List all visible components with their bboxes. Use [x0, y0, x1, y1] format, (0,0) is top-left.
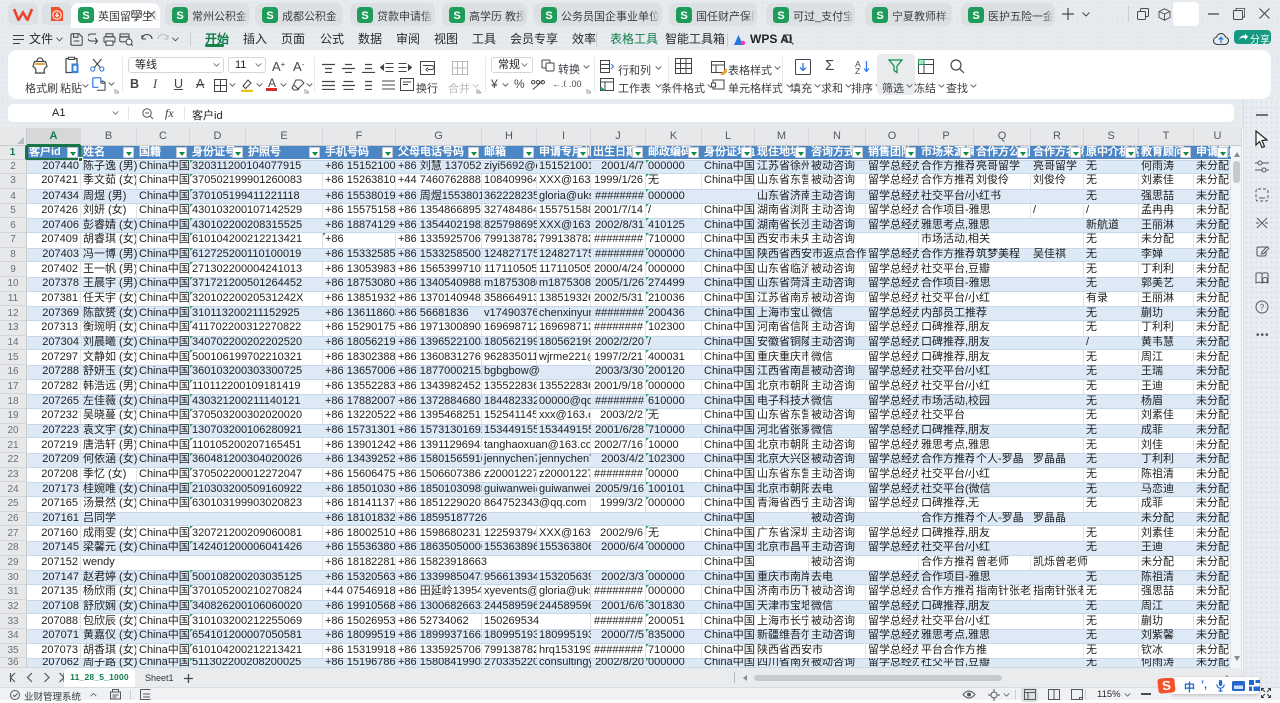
svg-text:S: S — [361, 10, 368, 22]
svg-text:S: S — [972, 10, 979, 22]
svg-text:.00: .00 — [569, 79, 582, 89]
svg-text:←.0: ←.0 — [552, 79, 566, 89]
svg-text:S: S — [82, 10, 89, 22]
svg-text:S: S — [876, 10, 883, 22]
svg-text:S: S — [777, 10, 784, 22]
svg-text:?: ? — [1260, 303, 1265, 312]
svg-text:S: S — [176, 10, 183, 22]
svg-text:S: S — [680, 10, 687, 22]
svg-text:S: S — [545, 10, 552, 22]
svg-text:S: S — [453, 10, 460, 22]
svg-text:Z: Z — [855, 66, 860, 74]
svg-text:S: S — [266, 10, 273, 22]
